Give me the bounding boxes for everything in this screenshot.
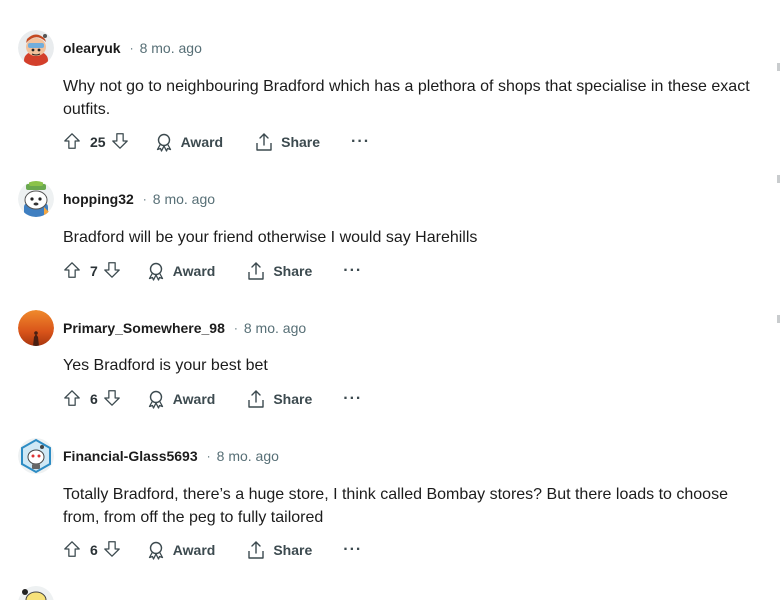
meta-separator: · <box>233 321 238 335</box>
comment-timestamp[interactable]: 8 mo. ago <box>140 40 202 56</box>
comment-body: Bradford will be your friend otherwise I… <box>63 229 478 246</box>
comment-timestamp[interactable]: 8 mo. ago <box>244 320 306 336</box>
vote-count: 6 <box>90 542 98 558</box>
avatar[interactable] <box>18 438 54 474</box>
award-button[interactable]: Award <box>146 540 216 560</box>
award-label: Award <box>172 263 216 279</box>
share-label: Share <box>273 391 313 407</box>
profile-photo-icon <box>18 310 54 346</box>
avatar[interactable] <box>18 586 54 600</box>
comment-author[interactable]: Primary_Somewhere_98 <box>63 320 225 336</box>
award-label: Award <box>172 542 216 558</box>
snoo-avatar-icon <box>18 30 54 66</box>
comment-timestamp[interactable]: 8 mo. ago <box>217 448 279 464</box>
more-options-button[interactable]: ··· <box>343 262 363 279</box>
share-label: Share <box>281 134 321 150</box>
share-upload-icon <box>248 262 265 280</box>
comment: hopping32 · 8 mo. ago Bradford will be y… <box>0 181 780 291</box>
snoo-avatar-icon <box>18 181 54 217</box>
award-button[interactable]: Award <box>146 261 216 281</box>
avatar[interactable] <box>18 310 54 346</box>
downvote-arrow-icon[interactable] <box>103 389 121 410</box>
share-label: Share <box>273 542 313 558</box>
meta-separator: · <box>129 41 134 55</box>
vote-control: 7 <box>63 261 121 282</box>
award-button[interactable]: Award <box>154 132 224 152</box>
comment-actions: 25 Award Share ··· <box>63 130 370 154</box>
award-ribbon-icon <box>156 133 171 152</box>
vote-count: 7 <box>90 263 98 279</box>
meta-separator: · <box>206 449 211 463</box>
award-button[interactable]: Award <box>146 389 216 409</box>
ellipsis-icon: ··· <box>343 390 363 407</box>
comment-author[interactable]: Financial-Glass5693 <box>63 448 198 464</box>
vote-count: 25 <box>90 134 106 150</box>
share-button[interactable]: Share <box>246 389 312 409</box>
share-button[interactable]: Share <box>246 540 312 560</box>
comment-body: Yes Bradford is your best bet <box>63 357 268 374</box>
comment-actions: 7 Award Share ··· <box>63 259 362 283</box>
share-upload-icon <box>256 133 272 151</box>
award-ribbon-icon <box>148 541 163 560</box>
comment-author[interactable]: olearyuk <box>63 40 121 56</box>
avatar[interactable] <box>18 30 54 66</box>
ellipsis-icon: ··· <box>343 262 363 279</box>
downvote-arrow-icon[interactable] <box>103 540 121 561</box>
avatar[interactable] <box>18 181 54 217</box>
downvote-arrow-icon[interactable] <box>111 132 129 153</box>
share-button[interactable]: Share <box>254 132 320 152</box>
award-label: Award <box>180 134 224 150</box>
comment-author[interactable]: hopping32 <box>63 191 134 207</box>
comment-body: Why not go to neighbouring Bradford whic… <box>63 78 750 118</box>
share-upload-icon <box>248 390 265 408</box>
comment: Primary_Somewhere_98 · 8 mo. ago Yes Bra… <box>0 310 780 420</box>
share-label: Share <box>273 263 313 279</box>
more-options-button[interactable]: ··· <box>343 541 363 558</box>
upvote-arrow-icon[interactable] <box>63 261 81 282</box>
upvote-arrow-icon[interactable] <box>63 389 81 410</box>
upvote-arrow-icon[interactable] <box>63 540 81 561</box>
meta-separator: · <box>142 192 147 206</box>
comment-body: Totally Bradford, there’s a huge store, … <box>63 486 728 526</box>
vote-control: 6 <box>63 540 121 561</box>
comment: olearyuk · 8 mo. ago Why not go to neigh… <box>0 30 780 160</box>
comment-actions: 6 Award Share ··· <box>63 538 362 562</box>
ellipsis-icon: ··· <box>351 133 371 150</box>
snoo-avatar-icon <box>18 438 54 474</box>
award-label: Award <box>172 391 216 407</box>
vote-control: 25 <box>63 132 129 153</box>
downvote-arrow-icon[interactable] <box>103 261 121 282</box>
award-ribbon-icon <box>148 262 163 281</box>
share-upload-icon <box>248 541 265 559</box>
comment-actions: 6 Award Share ··· <box>63 387 362 411</box>
more-options-button[interactable]: ··· <box>351 133 371 150</box>
ellipsis-icon: ··· <box>343 541 363 558</box>
award-ribbon-icon <box>148 390 163 409</box>
more-options-button[interactable]: ··· <box>343 390 363 407</box>
vote-count: 6 <box>90 391 98 407</box>
vote-control: 6 <box>63 389 121 410</box>
comment-timestamp[interactable]: 8 mo. ago <box>153 191 215 207</box>
upvote-arrow-icon[interactable] <box>63 132 81 153</box>
comment: Financial-Glass5693 · 8 mo. ago Totally … <box>0 438 780 573</box>
snoo-avatar-icon <box>18 586 54 600</box>
share-button[interactable]: Share <box>246 261 312 281</box>
